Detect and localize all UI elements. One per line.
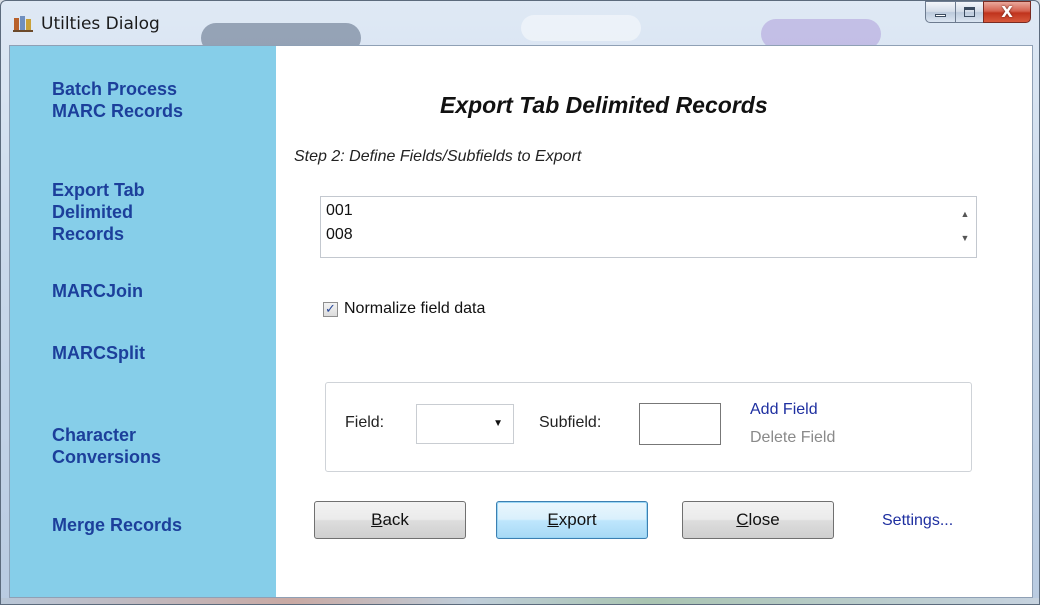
normalize-option[interactable]: ✓ Normalize field data (323, 300, 485, 318)
title-bar[interactable]: Utilties Dialog X (1, 1, 1039, 45)
export-label-rest: xport (558, 510, 597, 529)
back-label-rest: ack (382, 510, 409, 529)
sidebar-item-export-tab-delimited[interactable]: Export Tab Delimited Records (52, 179, 262, 245)
list-item[interactable]: 001 (326, 202, 353, 220)
normalize-label: Normalize field data (344, 300, 486, 317)
scroll-down-icon[interactable]: ▼ (960, 233, 970, 243)
sidebar-item-marcjoin[interactable]: MARCJoin (52, 280, 262, 302)
minimize-icon (935, 14, 946, 17)
nav-label-line: Merge Records (52, 515, 183, 535)
chevron-down-icon: ▼ (493, 418, 503, 429)
nav-label-line: MARCSplit (52, 343, 145, 363)
normalize-checkbox[interactable]: ✓ (323, 300, 338, 317)
checkmark-icon: ✓ (325, 300, 336, 316)
client-area: Batch Process MARC Records Export Tab De… (9, 45, 1033, 598)
step-instructions: Step 2: Define Fields/Subfields to Expor… (294, 148, 582, 165)
maximize-button[interactable] (955, 1, 983, 23)
nav-label-line: MARCJoin (52, 281, 143, 301)
subfield-label: Subfield: (539, 414, 602, 431)
caption-buttons: X (925, 1, 1031, 25)
export-mnemonic: E (547, 510, 559, 529)
close-label-rest: lose (748, 510, 780, 529)
subfield-input[interactable] (639, 403, 721, 445)
nav-label-line: Records (52, 224, 125, 244)
export-button[interactable]: Export (496, 501, 648, 539)
window-title: Utilties Dialog (41, 14, 160, 34)
sidebar: Batch Process MARC Records Export Tab De… (10, 46, 276, 597)
maximize-icon (964, 7, 975, 17)
sidebar-item-batch-process[interactable]: Batch Process MARC Records (52, 78, 262, 122)
minimize-button[interactable] (925, 1, 955, 23)
dialog-window: Utilties Dialog X Batch Process MARC Rec… (0, 0, 1040, 605)
page-title: Export Tab Delimited Records (440, 92, 768, 118)
field-list[interactable]: 001 008 ▲ ▼ (320, 196, 977, 258)
sidebar-item-character-conversions[interactable]: Character Conversions (52, 424, 262, 468)
field-entry-group: Field: ▼ Subfield: Add Field Delete Fiel… (325, 382, 972, 472)
scroll-up-icon[interactable]: ▲ (960, 209, 970, 219)
field-dropdown[interactable]: ▼ (416, 404, 514, 444)
close-window-button[interactable]: X (983, 1, 1031, 23)
window-bottom-border (1, 598, 1039, 604)
nav-label-line: Character (52, 425, 137, 445)
close-button[interactable]: Close (682, 501, 834, 539)
app-books-icon (13, 16, 33, 32)
field-label: Field: (345, 414, 385, 431)
nav-label-line: Batch Process (52, 79, 178, 99)
nav-label-line: Conversions (52, 447, 162, 467)
close-mnemonic: C (736, 510, 749, 529)
back-mnemonic: B (371, 510, 383, 529)
delete-field-link[interactable]: Delete Field (750, 429, 835, 447)
sidebar-item-merge-records[interactable]: Merge Records (52, 514, 262, 536)
nav-label-line: Export Tab (52, 180, 145, 200)
nav-label-line: Delimited (52, 202, 134, 222)
back-button[interactable]: Back (314, 501, 466, 539)
add-field-link[interactable]: Add Field (750, 401, 818, 419)
settings-link[interactable]: Settings... (882, 512, 953, 530)
sidebar-item-marcsplit[interactable]: MARCSplit (52, 342, 262, 364)
nav-label-line: MARC Records (52, 101, 184, 121)
list-item[interactable]: 008 (326, 226, 353, 244)
close-icon: X (1001, 3, 1013, 21)
